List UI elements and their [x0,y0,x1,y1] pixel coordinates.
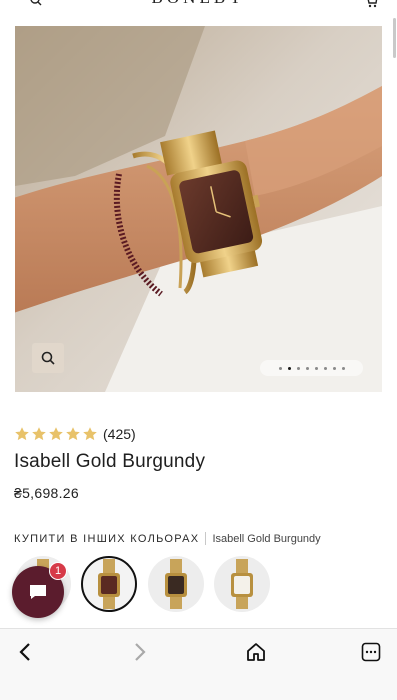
chat-bubble-icon [30,585,46,599]
other-colors-heading: КУПИТИ В ІНШИХ КОЛЬОРАХ [14,532,200,545]
back-button[interactable] [12,639,38,665]
tabs-button[interactable] [358,639,384,665]
star-icon [15,427,29,441]
product-price: ₴5,698.26 [14,485,79,501]
gallery-dot[interactable] [296,366,300,370]
zoom-button[interactable] [32,343,64,373]
watch-thumbnail [231,559,253,609]
gallery-pagination [260,360,363,376]
watch-thumbnail [165,559,187,609]
gallery-dot[interactable] [278,366,282,370]
star-icon [32,427,46,441]
chevron-left-icon [19,643,30,661]
other-colors-header: КУПИТИ В ІНШИХ КОЛЬОРАХ Isabell Gold Bur… [14,532,321,545]
browser-toolbar [0,628,397,700]
star-icon [49,427,63,441]
page-scrollbar[interactable] [393,18,396,58]
home-icon [247,643,265,661]
color-swatch-brown[interactable] [148,556,204,612]
watch-thumbnail [98,559,120,609]
product-photo-illustration [15,26,382,392]
chat-notification-badge: 1 [49,562,67,580]
brand-logo[interactable]: BONEBY [0,0,397,8]
home-button[interactable] [243,639,269,665]
divider [205,532,207,545]
color-swatch-burgundy[interactable] [81,556,137,612]
gallery-dot[interactable] [323,366,327,370]
product-image[interactable] [15,26,382,392]
more-tabs-icon [361,642,381,662]
product-title: Isabell Gold Burgundy [14,451,206,472]
forward-button[interactable] [127,639,153,665]
rating-count[interactable]: (425) [103,426,136,442]
cart-icon[interactable] [363,0,379,8]
product-rating[interactable]: (425) [14,425,136,443]
magnifier-icon [41,351,55,365]
chevron-right-icon [135,643,146,661]
gallery-dot[interactable] [305,366,309,370]
star-icon [83,427,97,441]
site-header: BONEBY [0,0,397,10]
gallery-dot[interactable] [332,366,336,370]
color-swatch-white[interactable] [214,556,270,612]
current-color-name: Isabell Gold Burgundy [212,532,321,545]
gallery-dot[interactable] [287,366,291,370]
gallery-dot[interactable] [341,366,345,370]
rating-stars [14,426,99,442]
star-icon [66,427,80,441]
gallery-dot[interactable] [314,366,318,370]
